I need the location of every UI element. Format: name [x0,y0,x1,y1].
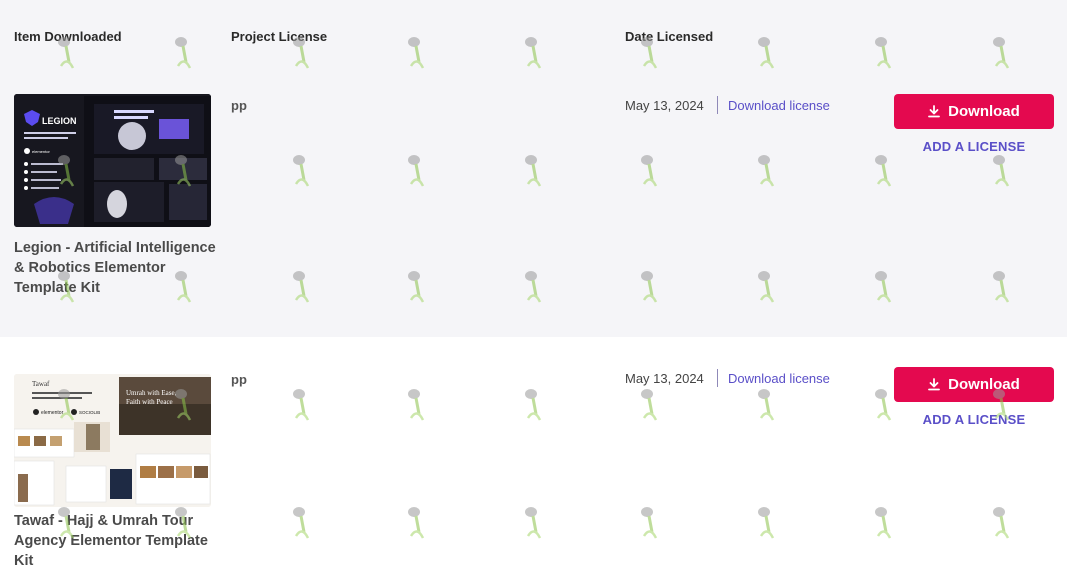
thumb-badge-2: SOCIOLIB [79,410,100,415]
date-licensed: May 13, 2024 [625,98,704,113]
svg-text:Faith with Peace: Faith with Peace [126,398,173,406]
date-licensed: May 13, 2024 [625,371,704,386]
item-thumbnail[interactable]: LEGION elementor [14,94,211,227]
download-button-label: Download [948,376,1020,393]
divider [717,369,718,387]
thumb-badge: elementor [41,410,64,416]
legion-preview-image: LEGION elementor [14,94,211,227]
table-row: LEGION elementor Legion - Artificial Int… [0,74,1067,337]
download-icon [928,105,941,118]
column-header-project: Project License [231,29,328,44]
add-license-link[interactable]: ADD A LICENSE [894,412,1054,427]
download-button[interactable]: Download [894,367,1054,402]
item-title[interactable]: Tawaf - Hajj & Umrah Tour Agency Element… [14,511,219,571]
download-license-link[interactable]: Download license [728,371,830,386]
thumb-brand: LEGION [42,116,77,126]
item-thumbnail[interactable]: Tawaf elementor SOCIOLIB Umrah with Ease… [14,374,211,507]
project-license: pp [231,98,247,113]
divider [717,96,718,114]
download-license-link[interactable]: Download license [728,98,830,113]
tawaf-preview-image: Tawaf elementor SOCIOLIB Umrah with Ease… [14,374,211,507]
download-button[interactable]: Download [894,94,1054,129]
project-license: pp [231,372,247,387]
download-icon [928,378,941,391]
table-header: Item Downloaded Project License Date Lic… [0,29,1067,49]
download-button-label: Download [948,103,1020,120]
column-header-date: Date Licensed [625,29,714,44]
thumb-brand: Tawaf [32,380,50,388]
item-title[interactable]: Legion - Artificial Intelligence & Robot… [14,238,219,298]
thumb-badge: elementor [32,149,50,154]
svg-text:Umrah with Ease,: Umrah with Ease, [126,389,177,397]
table-row: Tawaf elementor SOCIOLIB Umrah with Ease… [0,337,1067,576]
add-license-link[interactable]: ADD A LICENSE [894,139,1054,154]
column-header-item: Item Downloaded [14,29,122,44]
